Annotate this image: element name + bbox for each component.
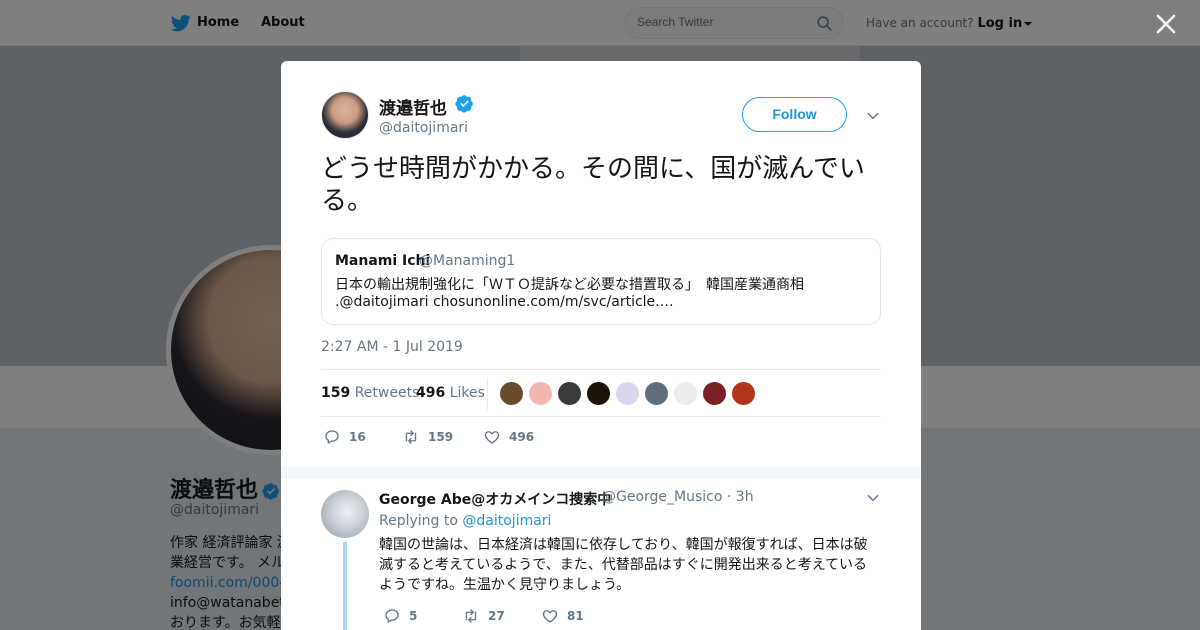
liker-avatar[interactable]: [615, 381, 640, 406]
reply-text: 韓国の世論は、日本経済は韓国に依存しており、韓国が報復すれば、日本は破滅すると考…: [379, 537, 868, 593]
retweet-icon: [405, 430, 417, 444]
reply-button[interactable]: 5: [383, 606, 417, 626]
like-count: 496: [509, 430, 535, 444]
reply-button[interactable]: 16: [323, 427, 366, 447]
retweet-button[interactable]: 27: [462, 606, 505, 626]
reply-icon: [385, 609, 399, 623]
likes-stat[interactable]: 496 Likes: [416, 385, 485, 401]
likes-count: 496: [416, 385, 446, 401]
stats-divider: [487, 378, 488, 410]
reply-count: 16: [349, 430, 366, 444]
tweet-modal: 渡邉哲也 @daitojimari Follow どうせ時間がかかる。その間に、…: [281, 61, 921, 630]
replying-prefix: Replying to: [379, 513, 458, 529]
reply-thread-line: [343, 542, 347, 630]
close-icon[interactable]: [1154, 12, 1178, 36]
author-avatar[interactable]: [321, 91, 369, 139]
quoted-text-link: .@daitojimari chosunonline.com/m/svc/art…: [335, 294, 674, 310]
likes-label: Likes: [449, 385, 485, 401]
retweets-count: 159: [321, 385, 351, 401]
replying-to-link[interactable]: @daitojimari: [462, 513, 551, 529]
reply-icon: [325, 430, 339, 444]
chevron-down-icon[interactable]: [866, 491, 880, 505]
liker-avatar[interactable]: [586, 381, 611, 406]
author-handle[interactable]: @daitojimari: [379, 120, 468, 136]
follow-button[interactable]: Follow: [742, 97, 847, 132]
quoted-text: 日本の輸出規制強化に「ＷＴＯ提訴など必要な措置取る」 韓国産業通商相: [335, 277, 804, 293]
quoted-author-handle: @Manaming1: [419, 253, 516, 269]
liker-avatar[interactable]: [673, 381, 698, 406]
tweet-timestamp[interactable]: 2:27 AM - 1 Jul 2019: [321, 339, 463, 355]
reply-author-handle[interactable]: @George_Musico · 3h: [602, 489, 754, 505]
retweet-count: 27: [488, 609, 505, 623]
retweet-count: 159: [428, 430, 454, 444]
retweet-button[interactable]: 159: [402, 427, 453, 447]
reply-author-name[interactable]: George Abe@オカメインコ捜索中: [379, 489, 611, 509]
retweets-label: Retweets: [354, 385, 420, 401]
liker-avatar[interactable]: [528, 381, 553, 406]
quoted-author-name: Manami Ichi: [335, 253, 431, 269]
verified-badge-icon: [455, 95, 473, 113]
replying-to: Replying to @daitojimari: [379, 513, 551, 529]
liker-avatar[interactable]: [731, 381, 756, 406]
like-icon: [542, 610, 558, 623]
like-button[interactable]: 496: [483, 427, 534, 447]
like-count: 81: [567, 609, 584, 623]
liker-avatar[interactable]: [644, 381, 669, 406]
author-name[interactable]: 渡邉哲也: [379, 94, 447, 119]
liker-avatar[interactable]: [702, 381, 727, 406]
tweet-stats: 159 Retweets 496 Likes: [321, 369, 881, 417]
quoted-tweet[interactable]: Manami Ichi @Manaming1 日本の輸出規制強化に「ＷＴＯ提訴な…: [321, 238, 881, 325]
retweets-stat[interactable]: 159 Retweets: [321, 385, 419, 401]
like-button[interactable]: 81: [541, 606, 584, 626]
liker-avatar[interactable]: [557, 381, 582, 406]
retweet-icon: [465, 609, 477, 623]
reply-count: 5: [409, 609, 418, 623]
tweet-text: どうせ時間がかかる。その間に、国が滅んでいる。: [321, 154, 865, 216]
liker-avatar[interactable]: [499, 381, 524, 406]
section-divider: [281, 467, 921, 479]
reply-author-avatar[interactable]: [321, 490, 369, 538]
like-icon: [484, 431, 500, 444]
chevron-down-icon[interactable]: [866, 109, 880, 123]
